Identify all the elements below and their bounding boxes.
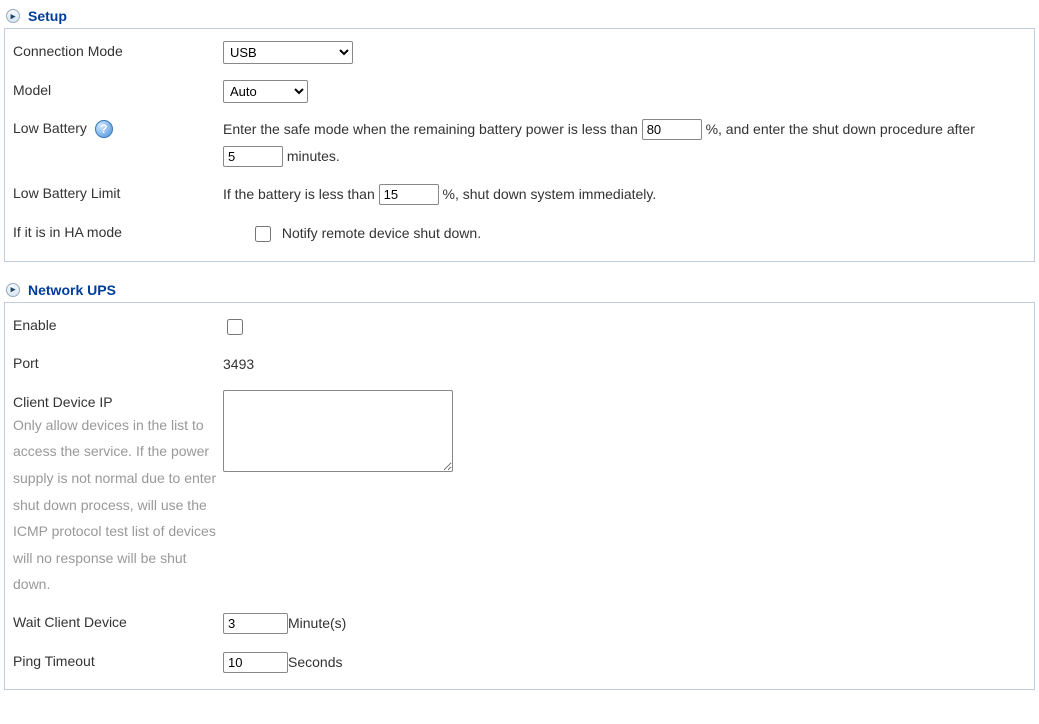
network-ups-panel: Enable Port 3493 Client Device IP Only a… <box>4 302 1035 691</box>
low-battery-minutes-input[interactable] <box>223 146 283 167</box>
wait-client-label: Wait Client Device <box>13 610 223 630</box>
ping-timeout-unit: Seconds <box>288 654 342 670</box>
client-ip-label: Client Device IP <box>13 394 113 410</box>
setup-title: Setup <box>28 8 67 24</box>
low-battery-limit-text-2: %, shut down system immediately. <box>439 186 657 202</box>
enable-label: Enable <box>13 313 223 333</box>
connection-mode-label: Connection Mode <box>13 39 223 59</box>
setup-panel: Connection Mode USB Model Auto Low Batte… <box>4 28 1035 262</box>
notify-remote-label: Notify remote device shut down. <box>282 225 481 241</box>
client-ip-textarea[interactable] <box>223 390 453 472</box>
notify-remote-checkbox[interactable] <box>255 226 271 242</box>
wait-client-unit: Minute(s) <box>288 615 346 631</box>
low-battery-limit-input[interactable] <box>379 184 439 205</box>
client-ip-hint: Only allow devices in the list to access… <box>13 412 223 598</box>
chevron-right-icon: ▸ <box>6 283 20 297</box>
low-battery-label: Low Battery <box>13 120 87 136</box>
help-icon[interactable]: ? <box>95 120 113 138</box>
low-battery-text-3: minutes. <box>283 148 340 164</box>
port-value: 3493 <box>223 356 254 372</box>
low-battery-text-2: %, and enter the shut down procedure aft… <box>702 121 975 137</box>
chevron-right-icon: ▸ <box>6 9 20 23</box>
port-label: Port <box>13 351 223 371</box>
enable-checkbox[interactable] <box>227 319 243 335</box>
low-battery-limit-label: Low Battery Limit <box>13 181 223 201</box>
network-ups-section-header[interactable]: ▸ Network UPS <box>6 282 1035 298</box>
connection-mode-select[interactable]: USB <box>223 41 353 64</box>
low-battery-text-1: Enter the safe mode when the remaining b… <box>223 121 642 137</box>
ping-timeout-label: Ping Timeout <box>13 649 223 669</box>
low-battery-percent-input[interactable] <box>642 119 702 140</box>
low-battery-limit-text-1: If the battery is less than <box>223 186 379 202</box>
ha-mode-label: If it is in HA mode <box>13 220 223 240</box>
ping-timeout-input[interactable] <box>223 652 288 673</box>
model-select[interactable]: Auto <box>223 80 308 103</box>
wait-client-input[interactable] <box>223 613 288 634</box>
setup-section-header[interactable]: ▸ Setup <box>6 8 1035 24</box>
model-label: Model <box>13 78 223 98</box>
network-ups-title: Network UPS <box>28 282 116 298</box>
